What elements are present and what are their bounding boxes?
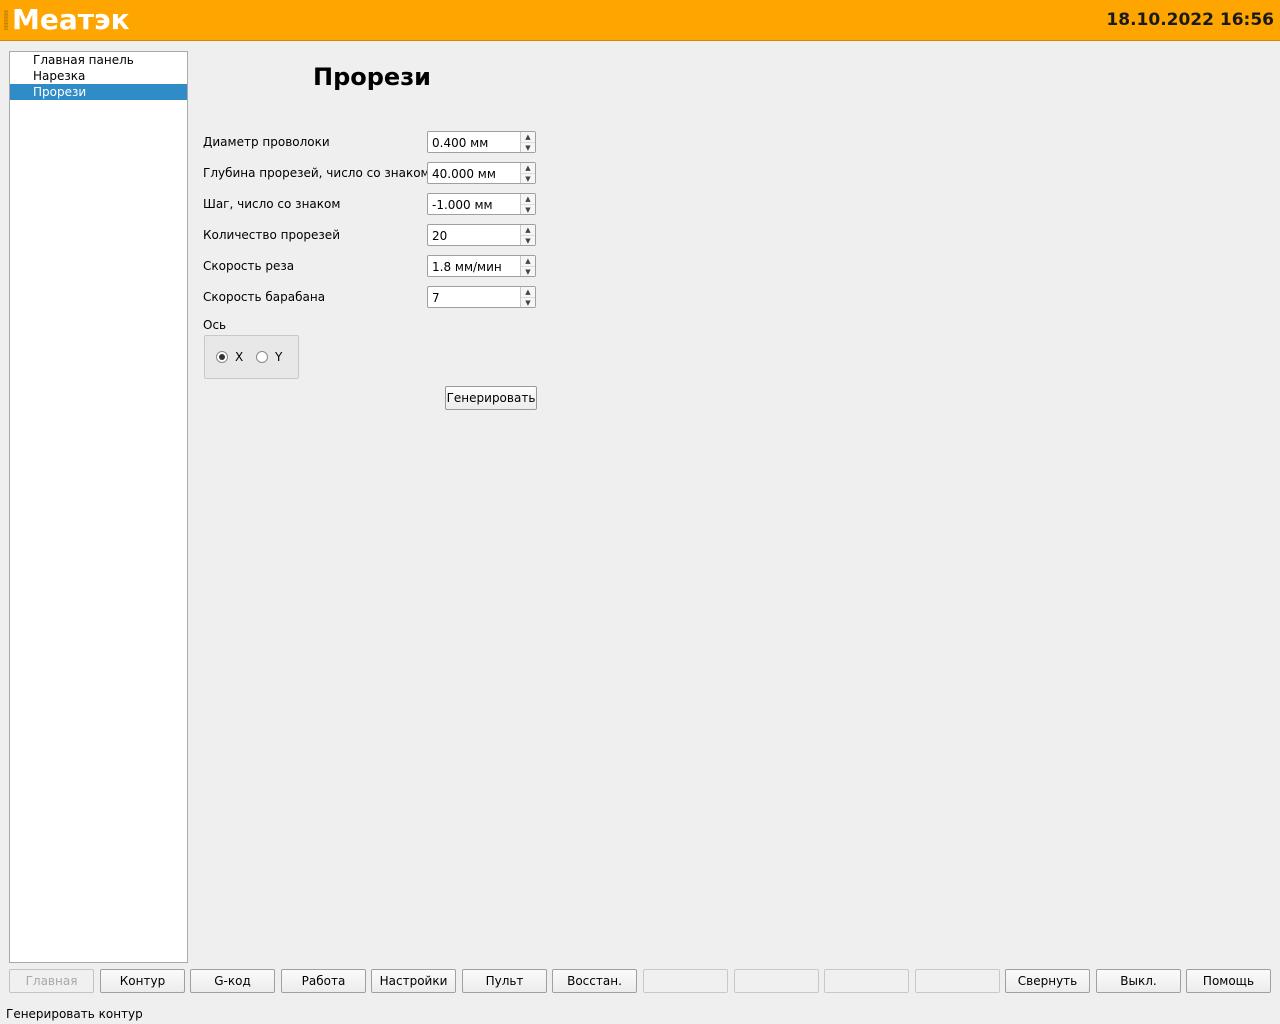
- pitch-spinbox[interactable]: -1.000 мм ▲ ▼: [427, 193, 536, 215]
- status-bar: Генерировать контур: [6, 1007, 143, 1021]
- wire-diameter-spinbox[interactable]: 0.400 мм ▲ ▼: [427, 131, 536, 153]
- sidebar-tree: Главная панель Нарезка Прорези: [9, 51, 188, 963]
- slot-count-label: Количество прорезей: [203, 228, 340, 242]
- spin-up-icon[interactable]: ▲: [521, 225, 535, 235]
- slot-depth-value[interactable]: 40.000 мм: [432, 166, 496, 182]
- sidebar-item-slots[interactable]: Прорези: [10, 84, 187, 100]
- minimize-button[interactable]: Свернуть: [1005, 969, 1090, 993]
- axis-x-label[interactable]: X: [235, 349, 243, 365]
- spin-buttons: ▲ ▼: [520, 256, 535, 276]
- axis-y-label[interactable]: Y: [275, 349, 282, 365]
- blank-button-2[interactable]: [734, 969, 819, 993]
- contour-button[interactable]: Контур: [100, 969, 185, 993]
- generate-button[interactable]: Генерировать: [445, 386, 537, 410]
- drum-speed-spinbox[interactable]: 7 ▲ ▼: [427, 286, 536, 308]
- cut-speed-spinbox[interactable]: 1.8 мм/мин ▲ ▼: [427, 255, 536, 277]
- spin-up-icon[interactable]: ▲: [521, 287, 535, 297]
- wire-diameter-label: Диаметр проволоки: [203, 135, 330, 149]
- blank-button-3[interactable]: [824, 969, 909, 993]
- app-title: Meaтэк: [12, 3, 130, 36]
- spin-down-icon[interactable]: ▼: [521, 266, 535, 277]
- blank-button-4[interactable]: [915, 969, 1000, 993]
- settings-button[interactable]: Настройки: [371, 969, 456, 993]
- restore-button[interactable]: Восстан.: [552, 969, 637, 993]
- drum-speed-value[interactable]: 7: [432, 290, 440, 306]
- wire-diameter-value[interactable]: 0.400 мм: [432, 135, 488, 151]
- drum-speed-label: Скорость барабана: [203, 290, 326, 304]
- pitch-label: Шаг, число со знаком: [203, 197, 341, 211]
- cut-speed-value[interactable]: 1.8 мм/мин: [432, 259, 502, 275]
- cut-speed-label: Скорость реза: [203, 259, 295, 273]
- spin-up-icon[interactable]: ▲: [521, 194, 535, 204]
- spin-up-icon[interactable]: ▲: [521, 256, 535, 266]
- spin-down-icon[interactable]: ▼: [521, 142, 535, 153]
- spin-down-icon[interactable]: ▼: [521, 297, 535, 308]
- work-button[interactable]: Работа: [281, 969, 366, 993]
- spin-buttons: ▲ ▼: [520, 194, 535, 214]
- clock: 18.10.2022 16:56: [1106, 10, 1274, 30]
- help-button[interactable]: Помощь: [1186, 969, 1271, 993]
- axis-radio-group: X Y: [204, 335, 299, 379]
- slot-depth-spinbox[interactable]: 40.000 мм ▲ ▼: [427, 162, 536, 184]
- spin-buttons: ▲ ▼: [520, 287, 535, 307]
- slot-count-spinbox[interactable]: 20 ▲ ▼: [427, 224, 536, 246]
- main-button[interactable]: Главная: [9, 969, 94, 993]
- spin-down-icon[interactable]: ▼: [521, 204, 535, 215]
- gcode-button[interactable]: G-код: [190, 969, 275, 993]
- sidebar-item-main-panel[interactable]: Главная панель: [10, 52, 187, 68]
- axis-x-radio[interactable]: [216, 351, 228, 363]
- slot-depth-label: Глубина прорезей, число со знаком: [203, 166, 430, 180]
- spin-buttons: ▲ ▼: [520, 132, 535, 152]
- grip-handle: [4, 10, 8, 30]
- spin-up-icon[interactable]: ▲: [521, 132, 535, 142]
- power-off-button[interactable]: Выкл.: [1096, 969, 1181, 993]
- page-title: Прорези: [313, 63, 431, 91]
- axis-label: Ось: [203, 318, 227, 332]
- blank-button-1[interactable]: [643, 969, 728, 993]
- spin-buttons: ▲ ▼: [520, 163, 535, 183]
- spin-down-icon[interactable]: ▼: [521, 235, 535, 246]
- axis-y-radio[interactable]: [256, 351, 268, 363]
- slot-count-value[interactable]: 20: [432, 228, 447, 244]
- spin-down-icon[interactable]: ▼: [521, 173, 535, 184]
- pitch-value[interactable]: -1.000 мм: [432, 197, 493, 213]
- remote-button[interactable]: Пульт: [462, 969, 547, 993]
- sidebar-item-cutting[interactable]: Нарезка: [10, 68, 187, 84]
- spin-up-icon[interactable]: ▲: [521, 163, 535, 173]
- spin-buttons: ▲ ▼: [520, 225, 535, 245]
- header-bar: Meaтэк 18.10.2022 16:56: [0, 0, 1280, 41]
